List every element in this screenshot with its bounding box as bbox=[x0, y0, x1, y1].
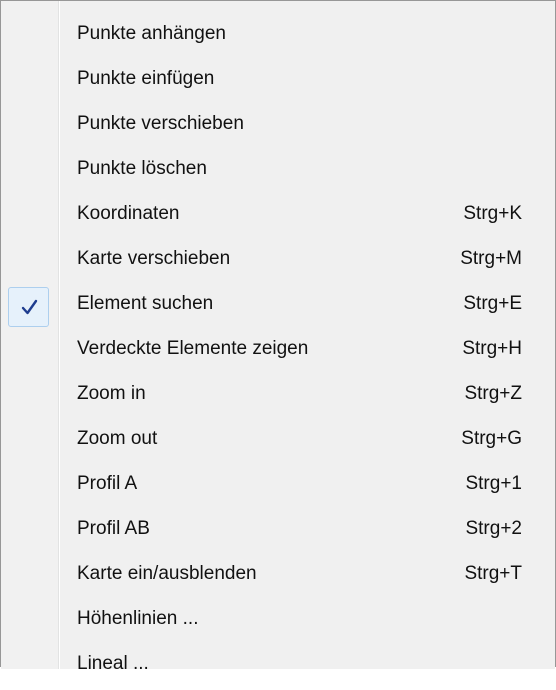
menu-item-punkte-einfuegen[interactable]: Punkte einfügen bbox=[1, 60, 555, 105]
menu-item-zoom-out[interactable]: Zoom out Strg+G bbox=[1, 420, 555, 465]
menu-item-karte-ein-ausblenden[interactable]: Karte ein/ausblenden Strg+T bbox=[1, 555, 555, 600]
menu-item-verdeckte-elemente-zeigen[interactable]: Verdeckte Elemente zeigen Strg+H bbox=[1, 330, 555, 375]
menu-item-label: Zoom out bbox=[77, 428, 158, 449]
menu-item-shortcut: Strg+K bbox=[463, 203, 522, 224]
menu-item-label: Punkte löschen bbox=[77, 158, 207, 179]
menu-item-koordinaten[interactable]: Koordinaten Strg+K bbox=[1, 195, 555, 240]
menu-item-element-suchen[interactable]: Element suchen Strg+E bbox=[1, 285, 555, 330]
checked-indicator bbox=[8, 287, 49, 327]
menu-item-label: Punkte anhängen bbox=[77, 23, 226, 44]
menu-item-label: Karte ein/ausblenden bbox=[77, 563, 257, 584]
menu-item-punkte-anhaengen[interactable]: Punkte anhängen bbox=[1, 15, 555, 60]
context-menu: Punkte anhängen Punkte einfügen Punkte v… bbox=[0, 0, 556, 674]
menu-item-label: Profil AB bbox=[77, 518, 150, 539]
menu-item-shortcut: Strg+E bbox=[463, 293, 522, 314]
menu-item-label: Punkte einfügen bbox=[77, 68, 215, 89]
menu-item-punkte-loeschen[interactable]: Punkte löschen bbox=[1, 150, 555, 195]
menu-item-label: Punkte verschieben bbox=[77, 113, 244, 134]
menu-item-label: Element suchen bbox=[77, 293, 214, 314]
menu-item-shortcut: Strg+1 bbox=[465, 473, 522, 494]
menu-item-shortcut: Strg+H bbox=[462, 338, 522, 359]
checkmark-icon bbox=[21, 299, 38, 315]
menu-item-shortcut: Strg+G bbox=[461, 428, 522, 449]
menu-item-zoom-in[interactable]: Zoom in Strg+Z bbox=[1, 375, 555, 420]
menu-item-shortcut: Strg+T bbox=[464, 563, 522, 584]
menu-item-profil-ab[interactable]: Profil AB Strg+2 bbox=[1, 510, 555, 555]
menu-items: Punkte anhängen Punkte einfügen Punkte v… bbox=[1, 15, 555, 690]
menu-item-label: Profil A bbox=[77, 473, 138, 494]
menu-item-punkte-verschieben[interactable]: Punkte verschieben bbox=[1, 105, 555, 150]
menu-item-shortcut: Strg+Z bbox=[464, 383, 522, 404]
menu-item-shortcut: Strg+M bbox=[460, 248, 522, 269]
menu-item-label: Karte verschieben bbox=[77, 248, 231, 269]
menu-item-hoehenlinien[interactable]: Höhenlinien ... bbox=[1, 600, 555, 645]
menu-item-label: Lineal ... bbox=[77, 653, 149, 674]
menu-item-label: Verdeckte Elemente zeigen bbox=[77, 338, 309, 359]
menu-item-karte-verschieben[interactable]: Karte verschieben Strg+M bbox=[1, 240, 555, 285]
menu-item-shortcut: Strg+2 bbox=[465, 518, 522, 539]
menu-item-label: Koordinaten bbox=[77, 203, 180, 224]
menu-item-profil-a[interactable]: Profil A Strg+1 bbox=[1, 465, 555, 510]
menu-item-label: Zoom in bbox=[77, 383, 146, 404]
menu-item-label: Höhenlinien ... bbox=[77, 608, 199, 629]
